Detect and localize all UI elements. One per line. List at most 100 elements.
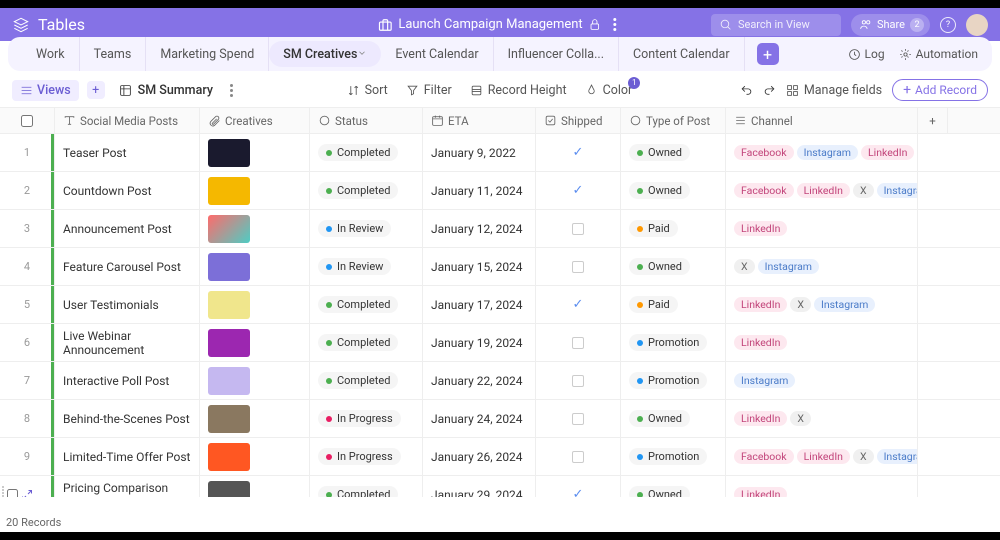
channel-cell[interactable]: Instagram [726, 362, 918, 399]
type-cell[interactable]: Paid [621, 210, 726, 247]
add-column-button[interactable]: + [918, 108, 948, 133]
post-cell[interactable]: Teaser Post [55, 134, 200, 171]
creative-thumbnail[interactable] [208, 253, 250, 281]
status-cell[interactable]: Completed [310, 286, 423, 323]
creative-thumbnail[interactable] [208, 443, 250, 471]
channel-cell[interactable]: XInstagram [726, 248, 918, 285]
shipped-cell[interactable] [536, 248, 621, 285]
type-cell[interactable]: Owned [621, 476, 726, 497]
more-menu-icon[interactable] [608, 18, 622, 31]
status-cell[interactable]: In Progress [310, 438, 423, 475]
tab-teams[interactable]: Teams [80, 37, 147, 71]
eta-cell[interactable]: January 17, 2024 [423, 286, 536, 323]
lock-icon[interactable] [589, 18, 602, 31]
status-cell[interactable]: In Progress [310, 400, 423, 437]
creative-thumbnail[interactable] [208, 481, 250, 498]
type-cell[interactable]: Owned [621, 172, 726, 209]
doc-title[interactable]: Launch Campaign Management [398, 17, 582, 32]
col-channel[interactable]: Channel [726, 108, 918, 133]
table-row[interactable]: 9Limited-Time Offer PostIn ProgressJanua… [0, 438, 1000, 476]
post-cell[interactable]: Interactive Poll Post [55, 362, 200, 399]
help-icon[interactable]: ? [940, 17, 956, 33]
type-cell[interactable]: Paid [621, 286, 726, 323]
table-row[interactable]: 5User TestimonialsCompletedJanuary 17, 2… [0, 286, 1000, 324]
expand-icon[interactable] [21, 489, 33, 498]
color-button[interactable]: Color 1 [585, 83, 633, 98]
channel-cell[interactable]: LinkedIn [726, 476, 918, 497]
creative-thumbnail[interactable] [208, 291, 250, 319]
post-cell[interactable]: User Testimonials [55, 286, 200, 323]
eta-cell[interactable]: January 29, 2024 [423, 476, 536, 497]
table-row[interactable]: 7Interactive Poll PostCompletedJanuary 2… [0, 362, 1000, 400]
creative-cell[interactable] [200, 476, 310, 497]
eta-cell[interactable]: January 15, 2024 [423, 248, 536, 285]
status-cell[interactable]: Completed [310, 324, 423, 361]
shipped-cell[interactable] [536, 210, 621, 247]
row-checkbox[interactable] [7, 489, 18, 497]
col-shipped[interactable]: Shipped [536, 108, 621, 133]
sort-button[interactable]: Sort [347, 83, 388, 98]
col-posts[interactable]: Social Media Posts [55, 108, 200, 133]
creative-thumbnail[interactable] [208, 405, 250, 433]
creative-cell[interactable] [200, 362, 310, 399]
eta-cell[interactable]: January 26, 2024 [423, 438, 536, 475]
channel-cell[interactable]: LinkedIn [726, 210, 918, 247]
post-cell[interactable]: Announcement Post [55, 210, 200, 247]
creative-cell[interactable] [200, 438, 310, 475]
shipped-cell[interactable] [536, 324, 621, 361]
manage-fields-button[interactable]: Manage fields [786, 83, 882, 98]
channel-cell[interactable]: LinkedIn [726, 324, 918, 361]
col-type[interactable]: Type of Post [621, 108, 726, 133]
post-cell[interactable]: Live Webinar Announcement [55, 324, 200, 361]
shipped-cell[interactable] [536, 438, 621, 475]
tab-content-calendar[interactable]: Content Calendar [619, 37, 745, 71]
creative-thumbnail[interactable] [208, 329, 250, 357]
creative-cell[interactable] [200, 400, 310, 437]
creative-thumbnail[interactable] [208, 177, 250, 205]
post-cell[interactable]: Pricing Comparison Post [55, 476, 200, 497]
eta-cell[interactable]: January 22, 2024 [423, 362, 536, 399]
table-row[interactable]: 1Teaser PostCompletedJanuary 9, 2022✓Own… [0, 134, 1000, 172]
channel-cell[interactable]: FacebookLinkedInXInstagram [726, 172, 918, 209]
creative-cell[interactable] [200, 286, 310, 323]
table-row[interactable]: 6Live Webinar AnnouncementCompletedJanua… [0, 324, 1000, 362]
share-button[interactable]: Share 2 [851, 14, 930, 36]
tab-sm-creatives[interactable]: SM Creatives [269, 41, 381, 67]
row-height-button[interactable]: Record Height [470, 83, 567, 98]
automation-button[interactable]: Automation [899, 47, 978, 61]
undo-icon[interactable] [740, 84, 753, 97]
table-row[interactable]: 8Behind-the-Scenes PostIn ProgressJanuar… [0, 400, 1000, 438]
post-cell[interactable]: Limited-Time Offer Post [55, 438, 200, 475]
tab-marketing-spend[interactable]: Marketing Spend [146, 37, 269, 71]
status-cell[interactable]: Completed [310, 134, 423, 171]
creative-thumbnail[interactable] [208, 367, 250, 395]
add-tab-button[interactable]: + [757, 43, 779, 65]
tab-work[interactable]: Work [22, 37, 80, 71]
post-cell[interactable]: Feature Carousel Post [55, 248, 200, 285]
view-more-icon[interactable] [225, 84, 239, 97]
status-cell[interactable]: Completed [310, 362, 423, 399]
table-row[interactable]: 2Countdown PostCompletedJanuary 11, 2024… [0, 172, 1000, 210]
channel-cell[interactable]: FacebookInstagramLinkedInX [726, 134, 918, 171]
user-avatar[interactable] [966, 14, 988, 36]
shipped-cell[interactable]: ✓ [536, 172, 621, 209]
log-button[interactable]: Log [848, 47, 885, 61]
status-cell[interactable]: In Review [310, 210, 423, 247]
col-creatives[interactable]: Creatives [200, 108, 310, 133]
shipped-cell[interactable]: ✓ [536, 476, 621, 497]
table-row[interactable]: 3Announcement PostIn ReviewJanuary 12, 2… [0, 210, 1000, 248]
status-cell[interactable]: In Review [310, 248, 423, 285]
shipped-cell[interactable]: ✓ [536, 134, 621, 171]
tab-influencer-colla-[interactable]: Influencer Colla... [494, 37, 619, 71]
eta-cell[interactable]: January 24, 2024 [423, 400, 536, 437]
shipped-cell[interactable] [536, 400, 621, 437]
shipped-cell[interactable]: ✓ [536, 286, 621, 323]
col-eta[interactable]: ETA [423, 108, 536, 133]
tab-event-calendar[interactable]: Event Calendar [381, 37, 493, 71]
post-cell[interactable]: Behind-the-Scenes Post [55, 400, 200, 437]
type-cell[interactable]: Owned [621, 134, 726, 171]
eta-cell[interactable]: January 9, 2022 [423, 134, 536, 171]
channel-cell[interactable]: FacebookLinkedInXInstagram [726, 438, 918, 475]
col-status[interactable]: Status [310, 108, 423, 133]
creative-cell[interactable] [200, 210, 310, 247]
